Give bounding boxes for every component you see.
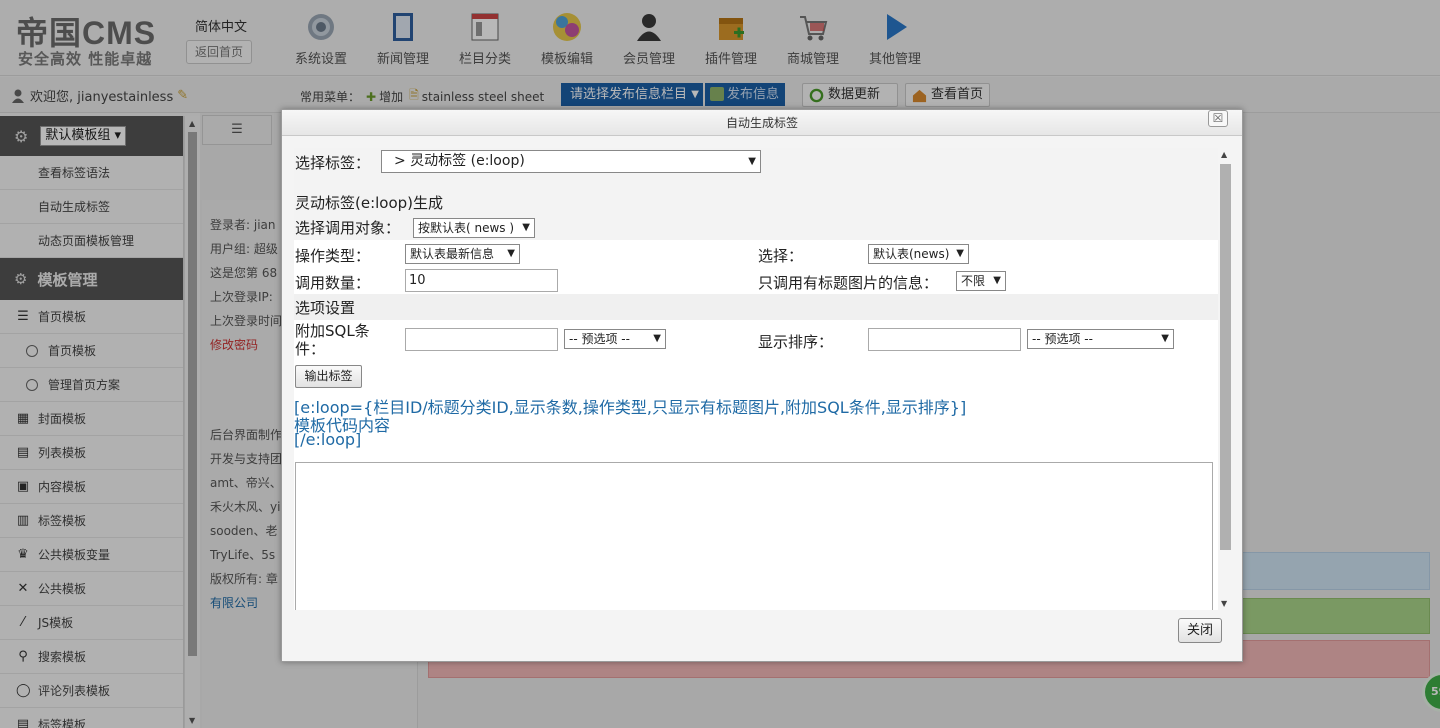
sql-input[interactable] bbox=[405, 328, 558, 351]
close-icon[interactable]: ☒ bbox=[1208, 110, 1228, 127]
select-tag-row: 选择标签： > 灵动标签 (e:loop) ▼ bbox=[294, 148, 1218, 182]
select-tag-label: 选择标签： bbox=[295, 154, 371, 172]
choose-label: 选择： bbox=[758, 247, 804, 265]
op-type-dropdown[interactable]: 默认表最新信息 ▼ bbox=[405, 244, 520, 264]
auto-tag-dialog: 自动生成标签 ☒ 选择标签： > 灵动标签 (e:loop) ▼ 灵动标签(e:l… bbox=[281, 109, 1243, 662]
order-preset-value: -- 预选项 -- bbox=[1032, 332, 1093, 346]
scroll-thumb[interactable] bbox=[1220, 164, 1231, 550]
chevron-down-icon: ▼ bbox=[653, 333, 661, 344]
close-button[interactable]: 关闭 bbox=[1178, 618, 1222, 643]
object-dropdown[interactable]: 按默认表( news ) ▼ bbox=[413, 218, 535, 238]
select-tag-dropdown[interactable]: > 灵动标签 (e:loop) ▼ bbox=[381, 150, 761, 173]
op-type-row: 操作类型： 默认表最新信息 ▼ 选择： 默认表(news) ▼ bbox=[294, 240, 1218, 268]
sql-label: 附加SQL条件： bbox=[295, 322, 370, 358]
order-label: 显示排序： bbox=[758, 333, 834, 351]
order-input[interactable] bbox=[868, 328, 1021, 351]
order-preset-dropdown[interactable]: -- 预选项 -- ▼ bbox=[1027, 329, 1174, 349]
op-type-label: 操作类型： bbox=[295, 247, 371, 265]
title-pic-value: 不限 bbox=[961, 274, 986, 288]
object-label: 选择调用对象： bbox=[295, 219, 401, 237]
choose-dropdown[interactable]: 默认表(news) ▼ bbox=[868, 244, 969, 264]
code-line-open: [e:loop={栏目ID/标题分类ID,显示条数,操作类型,只显示有标题图片,… bbox=[294, 398, 967, 417]
dialog-scrollbar[interactable]: ▲ ▼ bbox=[1218, 148, 1232, 610]
object-value: 按默认表( news ) bbox=[418, 221, 515, 235]
chevron-down-icon: ▼ bbox=[522, 222, 530, 233]
title-pic-label: 只调用有标题图片的信息： bbox=[758, 274, 939, 292]
op-type-value: 默认表最新信息 bbox=[410, 247, 495, 261]
sql-preset-value: -- 预选项 -- bbox=[569, 332, 630, 346]
count-label: 调用数量： bbox=[295, 274, 371, 292]
dialog-title: 自动生成标签 bbox=[282, 110, 1242, 136]
code-line-close: [/e:loop] bbox=[294, 430, 362, 449]
count-input[interactable]: 10 bbox=[405, 269, 558, 292]
section-header: 灵动标签(e:loop)生成 选择调用对象： 按默认表( news ) ▼ bbox=[294, 182, 1218, 240]
options-header: 选项设置 bbox=[294, 294, 1218, 320]
sql-preset-dropdown[interactable]: -- 预选项 -- ▼ bbox=[564, 329, 666, 349]
output-tag-button[interactable]: 输出标签 bbox=[295, 365, 362, 388]
section-title: 灵动标签(e:loop)生成 bbox=[295, 194, 444, 212]
count-row: 调用数量： 10 只调用有标题图片的信息： 不限 ▼ bbox=[294, 268, 1218, 294]
scroll-down-icon[interactable]: ▼ bbox=[1221, 599, 1227, 608]
chevron-down-icon: ▼ bbox=[748, 156, 756, 167]
options-title: 选项设置 bbox=[295, 299, 356, 317]
chevron-down-icon: ▼ bbox=[1161, 333, 1169, 344]
chevron-down-icon: ▼ bbox=[956, 248, 964, 259]
select-tag-value: > 灵动标签 (e:loop) bbox=[394, 153, 525, 169]
tag-output-textarea[interactable] bbox=[295, 462, 1213, 610]
chevron-down-icon: ▼ bbox=[507, 248, 515, 259]
choose-value: 默认表(news) bbox=[873, 247, 950, 261]
dialog-body: 选择标签： > 灵动标签 (e:loop) ▼ 灵动标签(e:loop)生成 选择… bbox=[294, 148, 1218, 610]
title-pic-dropdown[interactable]: 不限 ▼ bbox=[956, 271, 1006, 291]
sql-row: 附加SQL条件： -- 预选项 -- ▼ 显示排序： -- 预选项 -- ▼ bbox=[294, 320, 1218, 362]
chevron-down-icon: ▼ bbox=[993, 275, 1001, 286]
scroll-up-icon[interactable]: ▲ bbox=[1221, 150, 1227, 159]
